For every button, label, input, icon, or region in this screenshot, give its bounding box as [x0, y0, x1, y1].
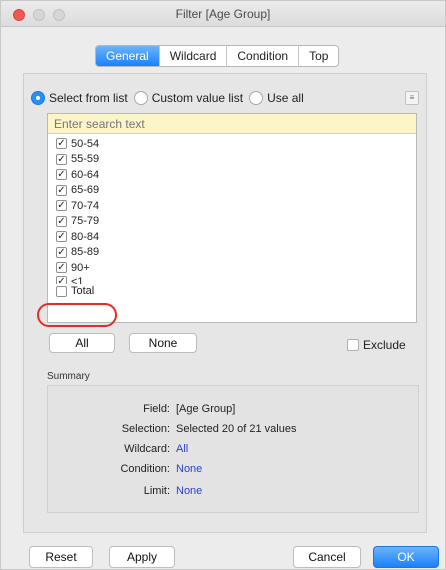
list-options-menu-icon[interactable]: ≡: [405, 91, 419, 105]
checkbox-checked-icon[interactable]: ✓: [56, 275, 67, 284]
window-title: Filter [Age Group]: [175, 7, 271, 21]
exclude-checkbox[interactable]: Exclude: [347, 338, 406, 352]
list-item-label: Total: [71, 285, 95, 298]
checkbox-checked-icon[interactable]: ✓: [56, 246, 67, 258]
exclude-label: Exclude: [363, 338, 406, 352]
radio-label: Use all: [267, 91, 304, 105]
search-input[interactable]: [54, 115, 416, 133]
apply-button[interactable]: Apply: [109, 546, 175, 568]
list-item[interactable]: ✓ 65-69: [56, 183, 99, 199]
reset-button[interactable]: Reset: [29, 546, 93, 568]
filter-dialog: Filter [Age Group] General Wildcard Cond…: [0, 0, 446, 570]
cancel-button[interactable]: Cancel: [293, 546, 361, 568]
list-item-label: 80-84: [71, 230, 100, 243]
tab-bar: General Wildcard Condition Top: [95, 45, 340, 67]
summary-value: Selected 20 of 21 values: [176, 423, 297, 435]
checkbox-checked-icon[interactable]: ✓: [56, 169, 67, 181]
limit-link[interactable]: None: [176, 482, 202, 500]
value-list-items: ✓ 50-54 ✓ 55-59 ✓ 60-64 ✓ 65-69 ✓ 70-74 ✓ 75-79 ✓ 80-…: [56, 136, 99, 299]
list-item-label: 60-64: [71, 168, 100, 181]
list-item[interactable]: ✓ 70-74: [56, 198, 99, 214]
checkbox-checked-icon[interactable]: ✓: [56, 153, 67, 165]
summary-row-condition: Condition: None: [48, 460, 420, 478]
radio-label: Custom value list: [151, 91, 244, 105]
list-item-label: 85-89: [71, 246, 100, 259]
checkbox-checked-icon[interactable]: ✓: [56, 200, 67, 212]
list-item-label: <1: [71, 275, 84, 284]
ok-button[interactable]: OK: [373, 546, 439, 568]
radio-empty-icon: [249, 91, 264, 105]
summary-heading: Summary: [47, 371, 90, 382]
checkbox-unchecked-icon[interactable]: [56, 285, 67, 297]
radio-select-from-list[interactable]: Select from list: [31, 91, 128, 105]
selection-mode-group: Select from list Custom value list Use a…: [31, 89, 310, 107]
radio-selected-icon: [31, 91, 45, 105]
checkbox-checked-icon[interactable]: ✓: [56, 138, 67, 150]
summary-box: Field: [Age Group] Selection: Selected 2…: [47, 385, 419, 513]
list-item[interactable]: ✓ 90+: [56, 260, 99, 276]
list-item-label: 75-79: [71, 215, 100, 228]
summary-key: Wildcard:: [124, 443, 170, 455]
list-item[interactable]: ✓ 55-59: [56, 152, 99, 168]
radio-use-all[interactable]: Use all: [249, 91, 304, 105]
list-item-label: 50-54: [71, 137, 100, 150]
summary-key: Field:: [143, 403, 170, 415]
title-bar[interactable]: Filter [Age Group]: [1, 1, 445, 27]
list-item-label: 90+: [71, 261, 90, 274]
summary-row-limit: Limit: None: [48, 482, 420, 500]
summary-key: Limit:: [143, 485, 170, 497]
tab-top[interactable]: Top: [299, 46, 338, 66]
select-none-button[interactable]: None: [129, 333, 197, 353]
radio-custom-value-list[interactable]: Custom value list: [133, 91, 244, 105]
checkbox-checked-icon[interactable]: ✓: [56, 184, 67, 196]
list-item[interactable]: ✓ 60-64: [56, 167, 99, 183]
list-item-label: 55-59: [71, 153, 100, 166]
tab-condition[interactable]: Condition: [227, 46, 300, 66]
radio-empty-icon: [133, 91, 148, 105]
list-item[interactable]: ✓ <1: [56, 275, 99, 284]
checkbox-checked-icon[interactable]: ✓: [56, 215, 67, 227]
highlight-ring: [37, 303, 117, 327]
search-field[interactable]: [48, 114, 416, 134]
select-all-button[interactable]: All: [49, 333, 115, 353]
summary-row-wildcard: Wildcard: All: [48, 440, 420, 458]
list-item[interactable]: ✓ 85-89: [56, 245, 99, 261]
list-item[interactable]: Total: [56, 284, 99, 300]
list-item-label: 65-69: [71, 184, 100, 197]
wildcard-link[interactable]: All: [176, 440, 188, 458]
condition-link[interactable]: None: [176, 460, 202, 478]
summary-row-field: Field: [Age Group]: [48, 400, 420, 418]
list-item[interactable]: ✓ 80-84: [56, 229, 99, 245]
summary-value: [Age Group]: [176, 403, 236, 415]
list-item-label: 70-74: [71, 199, 100, 212]
summary-key: Selection:: [121, 423, 170, 435]
list-item[interactable]: ✓ 50-54: [56, 136, 99, 152]
exclude-checkbox-box: [347, 339, 359, 351]
checkbox-checked-icon[interactable]: ✓: [56, 231, 67, 243]
tab-wildcard[interactable]: Wildcard: [160, 46, 228, 66]
value-list: ✓ 50-54 ✓ 55-59 ✓ 60-64 ✓ 65-69 ✓ 70-74 ✓ 75-79 ✓ 80-…: [47, 113, 417, 323]
list-item[interactable]: ✓ 75-79: [56, 214, 99, 230]
summary-key: Condition:: [120, 463, 170, 475]
checkbox-checked-icon[interactable]: ✓: [56, 262, 67, 274]
summary-row-selection: Selection: Selected 20 of 21 values: [48, 420, 420, 438]
tab-general[interactable]: General: [96, 46, 160, 66]
radio-label: Select from list: [49, 91, 128, 105]
